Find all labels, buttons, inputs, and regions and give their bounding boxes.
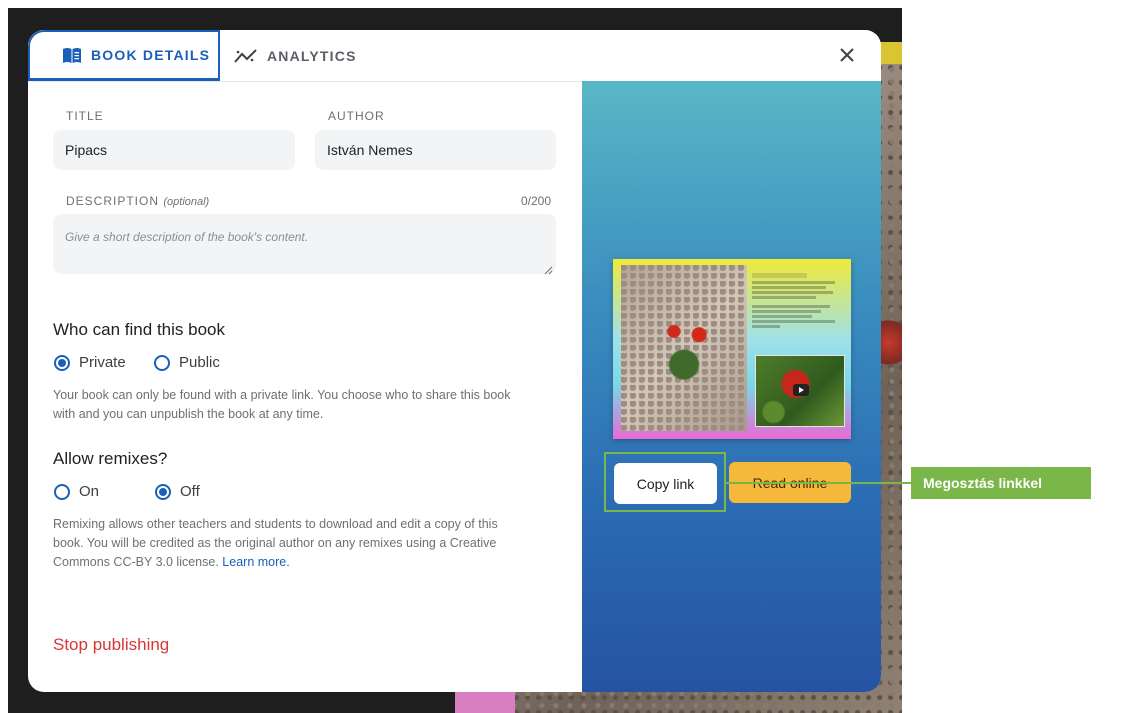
close-button[interactable]	[834, 44, 860, 70]
resize-grip-icon[interactable]	[544, 262, 553, 280]
copy-link-button[interactable]: Copy link	[614, 463, 717, 504]
radio-on-label: On	[79, 483, 100, 500]
analytics-icon	[234, 48, 258, 64]
annotation-connector	[726, 482, 911, 484]
remix-help-text: Remixing allows other teachers and stude…	[53, 515, 523, 572]
stop-publishing-button[interactable]: Stop publishing	[53, 635, 169, 655]
publish-dialog: BOOK DETAILS ANALYTICS TITLE AUTHOR Pipa…	[28, 30, 881, 692]
tab-analytics-label: ANALYTICS	[267, 47, 357, 64]
background-flower	[880, 315, 902, 370]
title-input[interactable]: Pipacs	[53, 130, 295, 170]
tab-analytics[interactable]: ANALYTICS	[234, 30, 384, 81]
author-value: István Nemes	[327, 142, 413, 158]
description-label: DESCRIPTION (optional)	[66, 194, 209, 208]
learn-more-link[interactable]: Learn more.	[222, 555, 289, 569]
tab-bar: BOOK DETAILS ANALYTICS	[28, 30, 881, 81]
radio-off-label: Off	[180, 483, 200, 500]
remix-heading: Allow remixes?	[53, 449, 168, 468]
tab-book-details[interactable]: BOOK DETAILS	[28, 30, 220, 81]
book-cover-photo	[621, 265, 747, 431]
visibility-help-text: Your book can only be found with a priva…	[53, 388, 511, 421]
book-icon	[62, 47, 82, 64]
description-textarea[interactable]: Give a short description of the book's c…	[53, 214, 556, 274]
radio-private-dot	[54, 354, 70, 371]
radio-public-label: Public	[179, 354, 220, 371]
author-label: AUTHOR	[328, 109, 385, 123]
radio-public-dot	[154, 354, 170, 371]
radio-remix-on[interactable]: On	[54, 483, 99, 500]
description-label-text: DESCRIPTION	[66, 194, 160, 208]
title-value: Pipacs	[65, 142, 108, 158]
book-cover-video	[755, 355, 845, 427]
book-cover-preview[interactable]	[613, 259, 851, 439]
radio-private[interactable]: Private	[54, 354, 126, 371]
background-strip	[880, 42, 902, 64]
description-placeholder: Give a short description of the book's c…	[65, 230, 309, 244]
tab-book-details-label: BOOK DETAILS	[91, 47, 211, 63]
author-input[interactable]: István Nemes	[315, 130, 556, 170]
close-icon	[839, 47, 855, 68]
title-label: TITLE	[66, 109, 104, 123]
radio-remix-off[interactable]: Off	[155, 483, 200, 500]
description-optional: (optional)	[163, 196, 210, 208]
background-strip-pink	[455, 690, 515, 713]
radio-private-label: Private	[79, 354, 126, 371]
play-icon	[793, 384, 809, 396]
radio-public[interactable]: Public	[154, 354, 220, 371]
description-counter: 0/200	[520, 194, 551, 208]
annotation-label: Megosztás linkkel	[911, 467, 1091, 499]
visibility-heading: Who can find this book	[53, 320, 225, 339]
tab-divider	[28, 81, 582, 82]
radio-on-dot	[54, 483, 70, 500]
book-cover-text-block	[752, 273, 844, 328]
radio-off-dot	[155, 483, 171, 500]
preview-panel	[582, 81, 881, 692]
